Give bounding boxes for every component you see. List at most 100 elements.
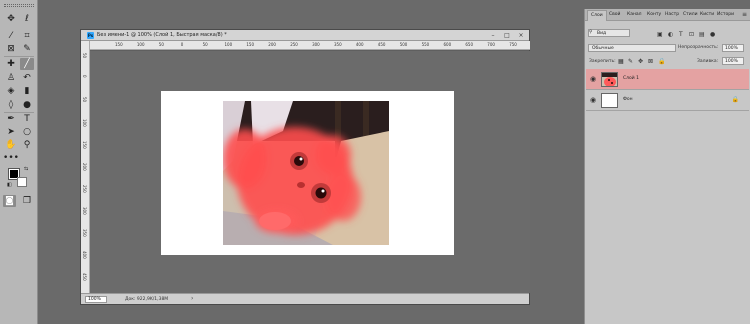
blend-mode-select[interactable]: Обычные bbox=[588, 44, 676, 52]
ruler-h-tick-label: 300 bbox=[312, 42, 320, 47]
photoshop-doc-icon: Ps bbox=[87, 32, 94, 39]
pen-tool-icon[interactable]: ✒ bbox=[4, 113, 18, 125]
hand-tool-icon[interactable]: ✋ bbox=[4, 139, 18, 151]
filter-type-icon[interactable]: T bbox=[679, 31, 683, 38]
tab-adjustments[interactable]: Настр bbox=[665, 12, 679, 17]
horizontal-ruler[interactable]: 150 100 50 0 50 100 150 200 250 300 350 400 450 500 55… bbox=[90, 41, 530, 50]
document-tab-bar[interactable]: Ps Без имени-1 @ 100% (Слой 1, Быстрая м… bbox=[81, 30, 529, 41]
ruler-v-tick-label: 50 bbox=[82, 53, 87, 59]
healing-tool-icon[interactable]: ✚ bbox=[4, 58, 18, 70]
restore-button[interactable]: □ bbox=[501, 31, 513, 40]
lock-label: Закрепить: bbox=[589, 59, 616, 64]
quick-select-tool-icon[interactable]: ⁄ bbox=[4, 30, 18, 42]
screen-mode-icon[interactable]: ❐ bbox=[20, 195, 34, 207]
document-title: Без имени-1 @ 100% (Слой 1, Быстрая маск… bbox=[97, 32, 227, 38]
document-canvas[interactable] bbox=[161, 91, 454, 255]
ruler-h-tick-label: 400 bbox=[355, 42, 364, 47]
ruler-v-tick-label: 450 bbox=[82, 273, 87, 281]
opacity-input[interactable]: 100% bbox=[722, 44, 744, 52]
fill-input[interactable]: 100% bbox=[722, 57, 744, 65]
stamp-tool-icon[interactable]: ♙ bbox=[4, 72, 18, 84]
history-brush-tool-icon[interactable]: ↶ bbox=[20, 72, 34, 84]
move-tool-icon[interactable]: ✥ bbox=[4, 13, 18, 25]
lock-icon[interactable]: 🔒 bbox=[732, 96, 739, 103]
default-colors-icon[interactable]: ◧ bbox=[7, 182, 12, 188]
quick-mask-mode-icon[interactable]: ◙ bbox=[3, 195, 16, 207]
frame-tool-icon[interactable]: ⊠ bbox=[4, 43, 18, 55]
type-tool-icon[interactable]: T bbox=[20, 113, 34, 125]
search-icon: ⚲ bbox=[589, 30, 593, 35]
lock-transparent-icon[interactable]: ▦ bbox=[618, 58, 624, 65]
close-button[interactable]: × bbox=[515, 31, 527, 40]
path-select-tool-icon[interactable]: ➤ bbox=[4, 126, 18, 138]
ruler-v-tick-label: 350 bbox=[82, 229, 87, 237]
vertical-ruler[interactable]: 50 0 50 100 150 200 250 300 350 400 450 bbox=[81, 41, 90, 293]
ruler-h-tick-label: 600 bbox=[443, 42, 452, 47]
cat-photo-image bbox=[223, 101, 389, 245]
more-tools-icon[interactable]: ••• bbox=[3, 152, 19, 164]
layer-row-background[interactable]: ◉ Фон 🔒 bbox=[586, 90, 749, 111]
document-status-bar: 100% Док: 922,9K/1,38M › bbox=[81, 293, 529, 304]
filter-toggle-icon[interactable]: ● bbox=[710, 31, 715, 38]
crop-tool-icon[interactable]: ⌗ bbox=[20, 30, 34, 42]
blur-tool-icon[interactable]: ◊ bbox=[4, 99, 18, 111]
panel-menu-icon[interactable]: ≡ bbox=[742, 11, 747, 18]
zoom-tool-icon[interactable]: ⚲ bbox=[20, 139, 34, 151]
tab-paths[interactable]: Конту bbox=[647, 12, 661, 17]
filter-adjustment-icon[interactable]: ◐ bbox=[668, 31, 673, 38]
shape-tool-icon[interactable]: ○ bbox=[20, 126, 34, 138]
ruler-v-tick-label: 150 bbox=[82, 141, 87, 149]
canvas-area[interactable] bbox=[90, 51, 530, 293]
lock-artboard-icon[interactable]: ⊠ bbox=[648, 58, 653, 65]
fill-label: Заливка: bbox=[697, 59, 719, 64]
cat-photo-layer[interactable] bbox=[223, 101, 389, 245]
lock-all-icon[interactable]: 🔒 bbox=[658, 58, 665, 65]
lasso-tool-icon[interactable]: ℓ bbox=[20, 13, 34, 25]
swap-colors-icon[interactable]: ⇆ bbox=[24, 166, 28, 172]
ruler-v-tick-label: 200 bbox=[82, 163, 87, 171]
ruler-h-tick-label: 100 bbox=[136, 42, 145, 47]
eyedropper-tool-icon[interactable]: ✎ bbox=[20, 43, 34, 55]
layers-panel: Слои Свой Канал Конту Настр Стили Кисти … bbox=[584, 9, 750, 324]
tools-panel: ✥ ℓ ⁄ ⌗ ⊠ ✎ ✚ ╱ ♙ ↶ ◈ ▮ ◊ ● ✒ T ➤ ○ ✋ ⚲ … bbox=[0, 0, 38, 324]
filter-smart-object-icon[interactable]: ▤ bbox=[699, 31, 705, 38]
ruler-h-tick-label: 0 bbox=[180, 42, 184, 47]
ruler-h-tick-label: 350 bbox=[334, 42, 342, 47]
photoshop-badge-text: Ps bbox=[87, 33, 94, 38]
opacity-label: Непрозрачность: bbox=[678, 45, 719, 50]
ruler-h-tick-label: 700 bbox=[487, 42, 495, 47]
tab-styles[interactable]: Стили bbox=[683, 12, 698, 17]
layer-filter-select[interactable]: Вид bbox=[588, 29, 630, 37]
toolbar-grip[interactable] bbox=[4, 4, 34, 7]
layer-row-layer1[interactable]: ◉ Слой 1 bbox=[586, 69, 749, 90]
ruler-h-tick-label: 250 bbox=[290, 42, 298, 47]
toolbar-divider bbox=[4, 56, 34, 57]
lock-image-icon[interactable]: ✎ bbox=[628, 58, 633, 65]
minimize-button[interactable]: – bbox=[487, 31, 499, 40]
brush-tool-icon[interactable]: ╱ bbox=[20, 58, 34, 70]
ruler-v-tick-label: 300 bbox=[82, 207, 87, 215]
gradient-tool-icon[interactable]: ▮ bbox=[20, 85, 34, 97]
status-menu-chevron-icon[interactable]: › bbox=[191, 295, 193, 302]
dodge-tool-icon[interactable]: ● bbox=[20, 99, 34, 111]
lock-position-icon[interactable]: ✥ bbox=[638, 58, 643, 65]
layer-name: Фон bbox=[623, 97, 633, 102]
tab-properties[interactable]: Свой bbox=[609, 12, 620, 17]
tab-history[interactable]: Истори bbox=[717, 12, 734, 17]
background-color-swatch[interactable] bbox=[17, 177, 27, 187]
eraser-tool-icon[interactable]: ◈ bbox=[4, 85, 18, 97]
tab-layers[interactable]: Слои bbox=[587, 10, 607, 21]
ruler-h-tick-label: 50 bbox=[202, 42, 208, 47]
filter-pixel-icon[interactable]: ▣ bbox=[657, 31, 663, 38]
layer-thumbnail bbox=[601, 93, 618, 108]
ruler-v-tick-label: 250 bbox=[82, 185, 87, 193]
visibility-eye-icon[interactable]: ◉ bbox=[590, 96, 596, 104]
tab-brushes[interactable]: Кисти bbox=[700, 12, 714, 17]
ruler-h-tick-label: 150 bbox=[115, 42, 123, 47]
ruler-h-tick-label: 750 bbox=[509, 42, 517, 47]
ruler-h-tick-label: 200 bbox=[268, 42, 276, 47]
filter-shape-icon[interactable]: ⊡ bbox=[689, 31, 694, 38]
zoom-field[interactable]: 100% bbox=[85, 296, 107, 303]
visibility-eye-icon[interactable]: ◉ bbox=[590, 75, 596, 83]
tab-channels[interactable]: Канал bbox=[627, 12, 642, 17]
